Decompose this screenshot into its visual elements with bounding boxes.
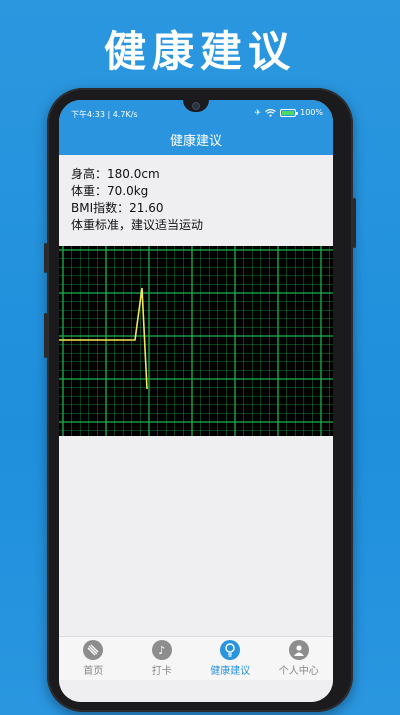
ecg-monitor	[59, 246, 333, 436]
phone-screen: 下午4:33 | 4.7K/s ✈ 100% 健康建议 身高：180.0cm 体…	[59, 100, 333, 702]
wifi-icon	[265, 108, 276, 117]
side-button-lower	[44, 313, 47, 358]
tab-home-label: 首页	[83, 666, 104, 677]
status-time-speed: 下午4:33 | 4.7K/s	[71, 110, 138, 119]
music-note-icon: ♪	[151, 640, 172, 660]
battery-text: 100%	[300, 108, 323, 117]
height-text: 身高：180.0cm	[71, 167, 160, 181]
camera-icon	[192, 102, 200, 110]
tab-profile[interactable]: 个人中心	[265, 637, 334, 680]
status-icons: ✈ 100%	[254, 108, 323, 117]
advice-text: 体重标准，建议适当运动	[71, 218, 204, 232]
user-icon	[288, 640, 309, 660]
tab-checkin[interactable]: ♪ 打卡	[128, 637, 197, 680]
page-title: 健康建议	[169, 134, 222, 149]
health-info: 身高：180.0cm 体重：70.0kg BMI指数：21.60 体重标准，建议…	[71, 166, 203, 234]
airplane-icon: ✈	[254, 108, 262, 117]
battery-icon	[280, 108, 299, 117]
tab-checkin-label: 打卡	[151, 666, 172, 677]
bottom-tab-bar: 首页 ♪ 打卡 健康建议 个人中心	[59, 636, 333, 680]
tab-health-advice-label: 健康建议	[210, 666, 251, 677]
tab-health-advice[interactable]: 健康建议	[196, 637, 265, 680]
bmi-text: BMI指数：21.60	[71, 201, 164, 215]
promo-title: 健康建议	[103, 27, 296, 76]
app-header: 下午4:33 | 4.7K/s ✈ 100% 健康建议	[59, 100, 333, 155]
ecg-trace	[59, 287, 148, 390]
side-button-power	[353, 198, 356, 248]
weight-text: 体重：70.0kg	[71, 184, 149, 198]
lightbulb-icon	[220, 640, 241, 660]
tab-profile-label: 个人中心	[278, 666, 319, 677]
ecg-graph	[59, 246, 333, 436]
tab-home[interactable]: 首页	[59, 637, 128, 680]
home-area	[59, 680, 333, 702]
notch	[183, 100, 209, 112]
side-button-upper	[44, 243, 47, 273]
tag-icon	[83, 640, 104, 660]
